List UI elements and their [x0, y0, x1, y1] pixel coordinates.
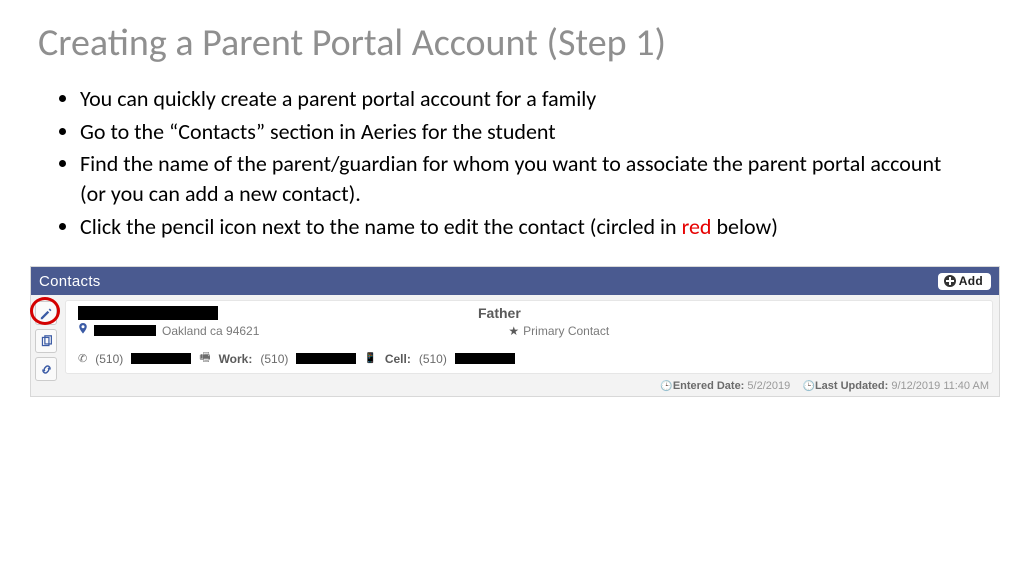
- copy-button[interactable]: [35, 329, 57, 353]
- star-icon: ★: [508, 324, 519, 338]
- clock-icon: 🕒: [660, 381, 672, 392]
- contacts-panel: Contacts Add F: [30, 266, 1000, 397]
- fax-icon: 🖷: [199, 348, 210, 369]
- bullet-item: Go to the “Contacts” section in Aeries f…: [80, 117, 964, 147]
- bullet-item: Find the name of the parent/guardian for…: [80, 149, 964, 208]
- link-button[interactable]: [35, 357, 57, 381]
- entered-date-label: Entered Date:: [673, 380, 745, 392]
- edit-button[interactable]: [35, 301, 57, 325]
- instruction-list: You can quickly create a parent portal a…: [80, 84, 964, 241]
- redacted-cell-phone: [455, 353, 515, 364]
- redacted-work-phone: [296, 353, 356, 364]
- mobile-icon: 📱: [364, 353, 376, 364]
- add-label: Add: [959, 274, 983, 288]
- plus-icon: [944, 275, 956, 287]
- entered-date-value: 5/2/2019: [747, 380, 790, 392]
- contact-footer: 🕒Entered Date: 5/2/2019 🕒Last Updated: 9…: [61, 380, 999, 396]
- redacted-name: [78, 306, 218, 320]
- relation-label: Father: [478, 305, 521, 321]
- work-phone-label: Work:: [219, 352, 253, 366]
- copy-icon: [40, 335, 53, 348]
- add-button[interactable]: Add: [938, 273, 991, 290]
- action-column: [31, 295, 61, 396]
- cell-phone-label: Cell:: [385, 352, 411, 366]
- redacted-address: [94, 325, 156, 336]
- last-updated-label: Last Updated:: [815, 380, 888, 392]
- phone-icon: ✆: [78, 352, 87, 365]
- contact-card: Father Oakland ca 94621 ★ Primary Contac…: [65, 300, 993, 374]
- pencil-icon: [40, 307, 53, 320]
- redacted-phone: [131, 353, 191, 364]
- location-icon: [78, 323, 88, 338]
- bullet-item: You can quickly create a parent portal a…: [80, 84, 964, 114]
- work-area: (510): [260, 352, 288, 366]
- contacts-header-label: Contacts: [39, 273, 101, 290]
- phone-area: (510): [95, 352, 123, 366]
- cell-area: (510): [419, 352, 447, 366]
- bullet-item: Click the pencil icon next to the name t…: [80, 212, 964, 242]
- page-title: Creating a Parent Portal Account (Step 1…: [38, 20, 994, 66]
- primary-contact-label: Primary Contact: [523, 324, 609, 338]
- city-state-zip: Oakland ca 94621: [162, 324, 259, 338]
- last-updated-value: 9/12/2019 11:40 AM: [891, 380, 989, 392]
- link-icon: [40, 363, 53, 376]
- clock-icon: 🕒: [802, 381, 814, 392]
- contacts-header: Contacts Add: [31, 267, 999, 295]
